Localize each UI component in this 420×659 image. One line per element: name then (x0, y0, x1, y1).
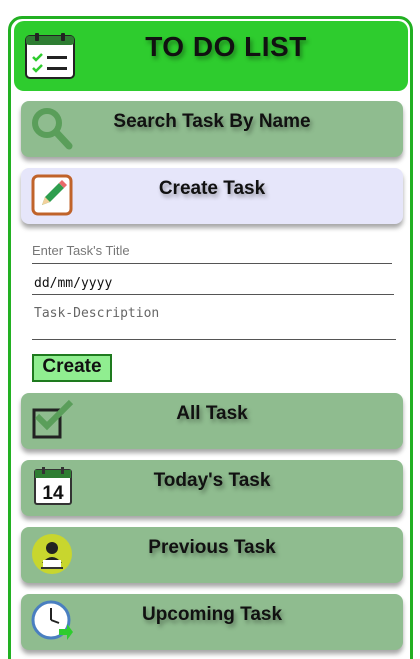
title-underline (32, 263, 392, 264)
all-task-button[interactable]: All Task (21, 393, 403, 449)
description-underline (32, 339, 396, 340)
previous-task-button[interactable]: Previous Task (21, 527, 403, 583)
create-task-button[interactable]: Create Task (21, 168, 403, 224)
search-task-button[interactable]: Search Task By Name (21, 101, 403, 157)
search-task-label: Search Task By Name (113, 111, 311, 132)
create-button[interactable]: Create (32, 354, 112, 382)
upcoming-task-button[interactable]: Upcoming Task (21, 594, 403, 650)
task-date-input[interactable]: dd/mm/yyyy (34, 276, 394, 291)
upcoming-task-label: Upcoming Task (141, 604, 283, 625)
date-underline (32, 294, 394, 295)
todays-task-button[interactable]: 14 Today's Task (21, 460, 403, 516)
todays-task-label: Today's Task (153, 470, 271, 491)
calendar-checklist-icon (25, 33, 75, 79)
app-header: TO DO LIST (14, 21, 408, 91)
app-title: TO DO LIST (145, 31, 307, 62)
task-description-input[interactable] (34, 306, 394, 336)
task-title-input[interactable] (32, 243, 392, 258)
previous-task-label: Previous Task (148, 537, 276, 558)
create-task-label: Create Task (158, 178, 266, 199)
all-task-label: All Task (176, 403, 248, 424)
